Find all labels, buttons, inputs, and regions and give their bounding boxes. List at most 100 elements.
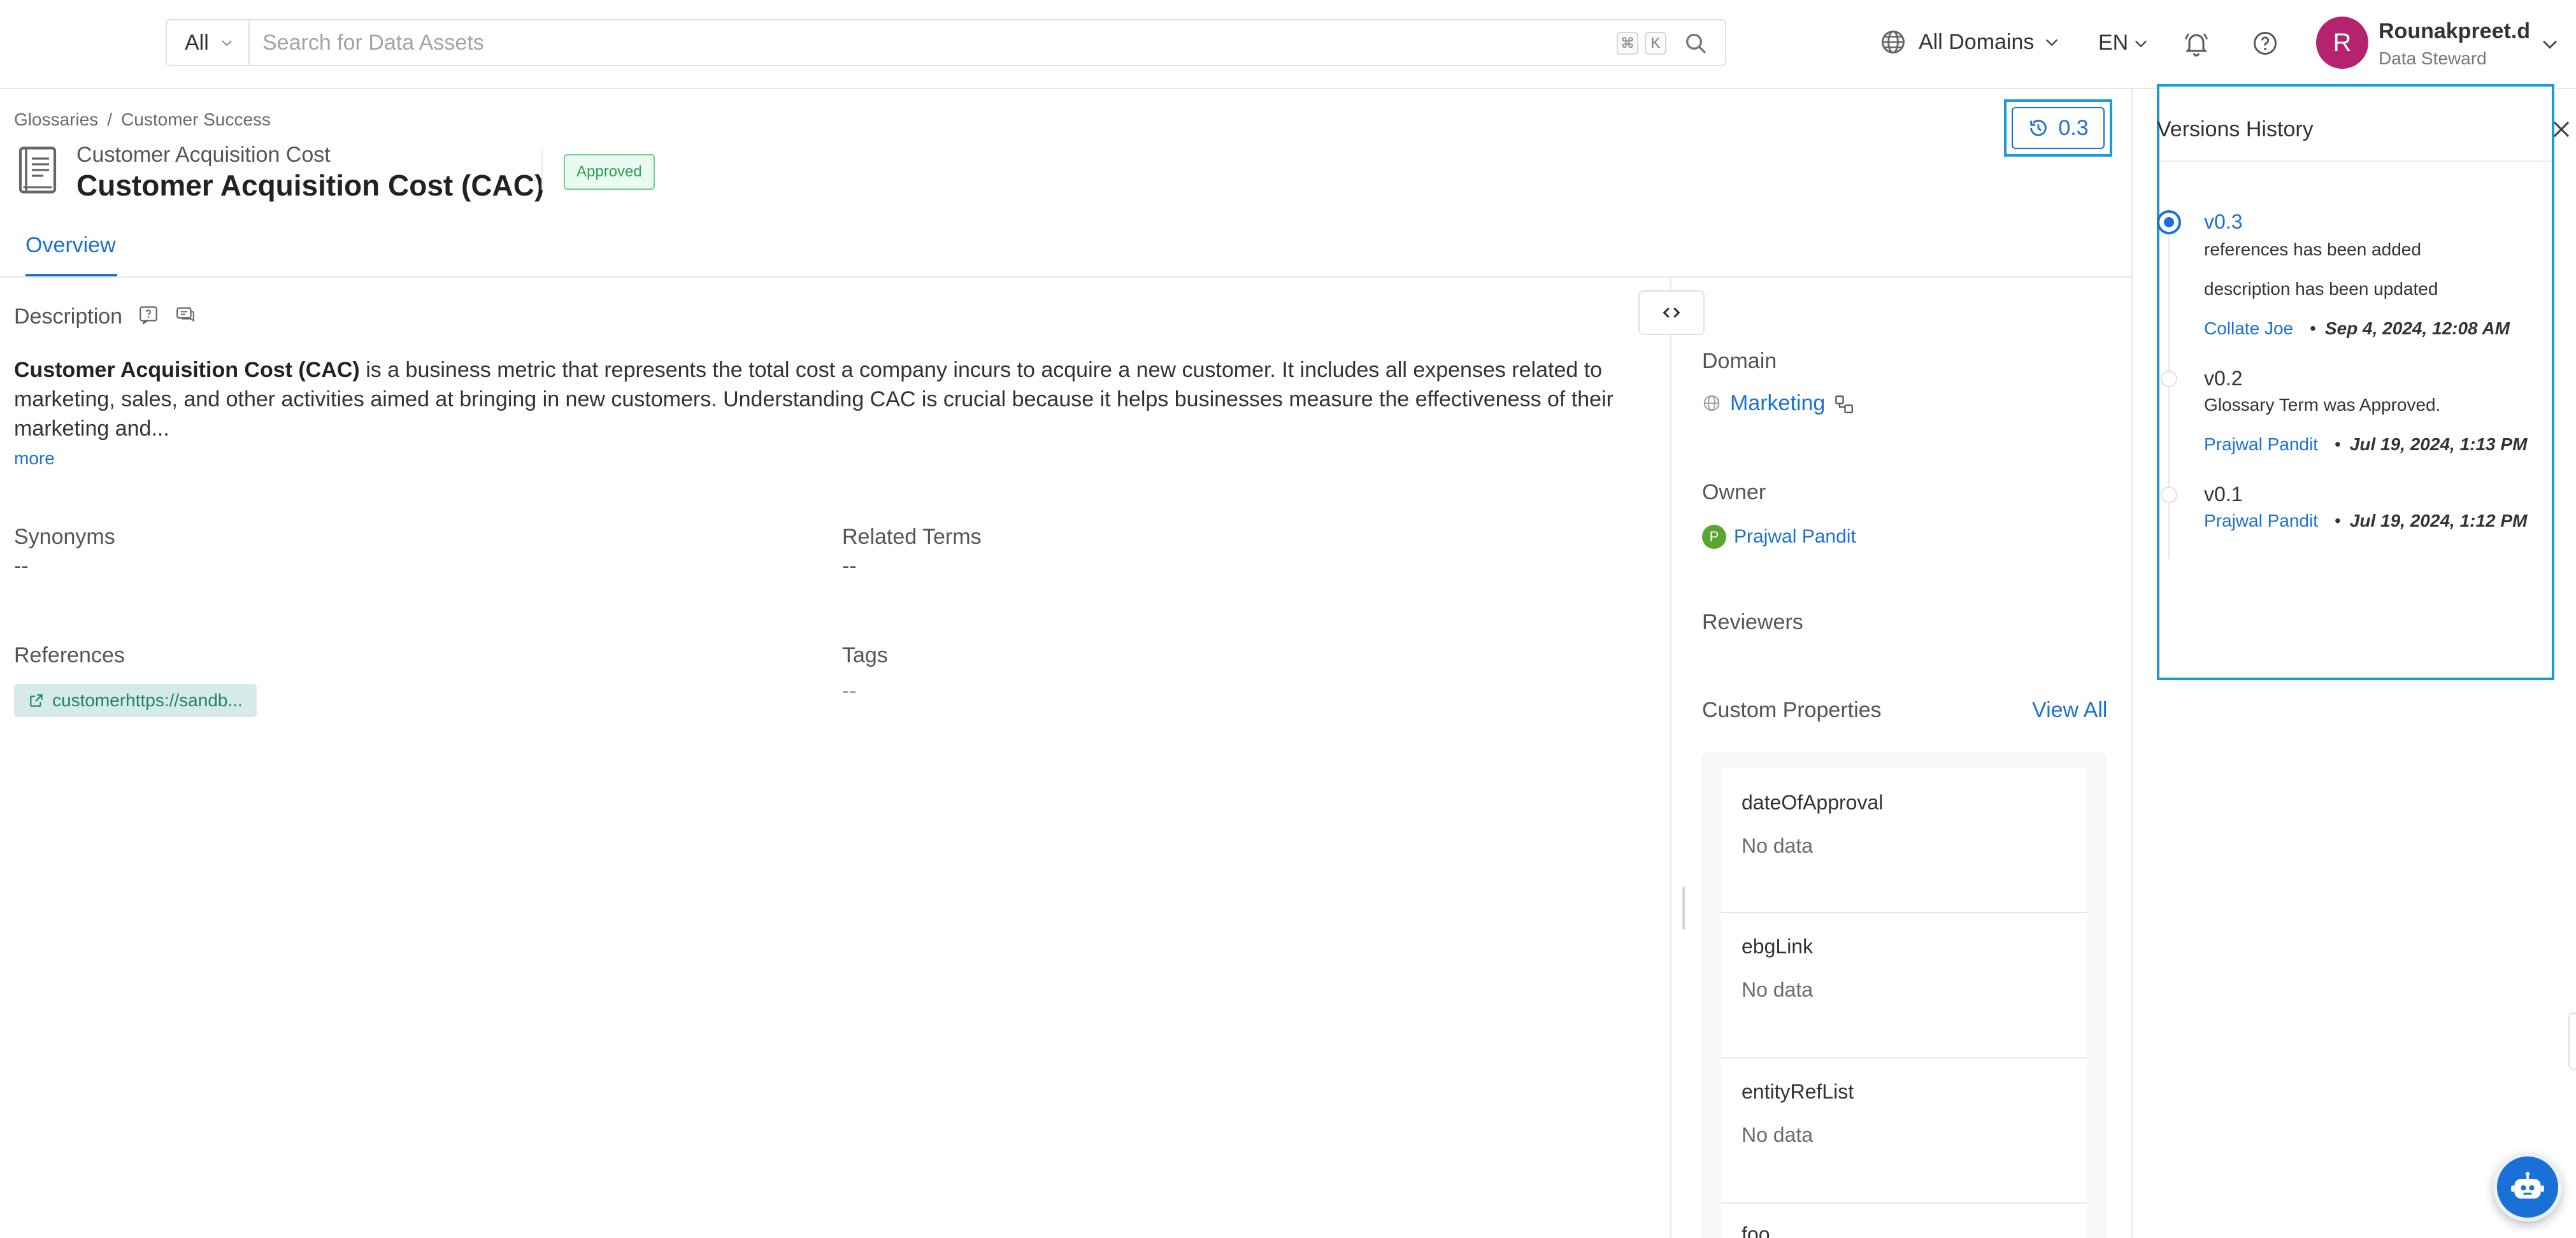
- meta-separator-dot: •: [2334, 511, 2341, 530]
- breadcrumb-item-glossaries[interactable]: Glossaries: [14, 110, 98, 130]
- versions-history-title: Versions History: [2157, 117, 2314, 141]
- search-input[interactable]: [262, 20, 1536, 65]
- custom-property-value: No data: [1742, 978, 1814, 1001]
- references-label: References: [14, 643, 125, 667]
- domain-label: Domain: [1702, 349, 1777, 373]
- version-item-label[interactable]: v0.1: [2204, 483, 2242, 506]
- shortcut-key-k: K: [1645, 32, 1666, 55]
- synonyms-value: --: [14, 554, 29, 578]
- custom-properties-label: Custom Properties: [1702, 698, 1882, 722]
- versions-header-divider: [2159, 160, 2552, 162]
- chatbot-button[interactable]: [2493, 1153, 2562, 1221]
- custom-property-name: dateOfApproval: [1742, 791, 1884, 814]
- meta-separator-dot: •: [2334, 434, 2341, 454]
- version-meta: Collate Joe • Sep 4, 2024, 12:08 AM: [2204, 318, 2510, 339]
- version-change-note: references has been added: [2204, 239, 2421, 259]
- search-icon[interactable]: [1683, 31, 1708, 56]
- user-role: Data Steward: [2379, 48, 2487, 68]
- breadcrumb: Glossaries / Customer Success: [14, 110, 271, 130]
- chevron-down-icon: [2043, 33, 2061, 51]
- help-icon[interactable]: [2251, 29, 2279, 57]
- custom-property-name: entityRefList: [1742, 1080, 1854, 1103]
- tags-label: Tags: [842, 643, 888, 667]
- shortcut-key-cmd: ⌘: [1617, 32, 1638, 55]
- versions-panel-divider: [2131, 89, 2133, 1238]
- comment-icon[interactable]: [175, 304, 196, 326]
- versions-timeline-line: [2168, 234, 2170, 559]
- related-terms-value: --: [842, 554, 857, 578]
- book-icon: [17, 145, 59, 195]
- bot-icon: [2508, 1167, 2547, 1207]
- description-text: Customer Acquisition Cost (CAC) is a bus…: [14, 355, 1683, 443]
- globe-icon: [1879, 28, 1907, 56]
- description-label: Description: [14, 304, 123, 329]
- side-drawer-handle[interactable]: [2568, 1013, 2576, 1070]
- version-date: Jul 19, 2024, 1:13 PM: [2349, 434, 2528, 454]
- description-more-link[interactable]: more: [14, 448, 55, 469]
- version-dot-active[interactable]: [2157, 210, 2181, 234]
- description-line-2: marketing, sales, and other activities a…: [14, 387, 1614, 411]
- custom-property-value: No data: [1742, 834, 1814, 857]
- version-author-link[interactable]: Prajwal Pandit: [2204, 434, 2318, 455]
- term-display-name: Customer Acquisition Cost: [76, 143, 331, 167]
- bell-icon[interactable]: [2182, 29, 2210, 57]
- custom-property-card: dateOfApproval No data: [1721, 768, 2087, 912]
- custom-property-card: foo: [1721, 1204, 2087, 1238]
- domain-link[interactable]: Marketing: [1730, 391, 1825, 416]
- related-terms-label: Related Terms: [842, 525, 982, 549]
- version-author-link[interactable]: Prajwal Pandit: [2204, 511, 2318, 531]
- tags-value: --: [842, 679, 857, 703]
- edit-domain-icon[interactable]: [1833, 394, 1855, 415]
- panel-toggle-button[interactable]: [1638, 290, 1705, 335]
- version-author-link[interactable]: Collate Joe: [2204, 318, 2293, 339]
- search-type-select[interactable]: All: [167, 20, 250, 65]
- search-type-label: All: [185, 30, 209, 55]
- owner-avatar: P: [1702, 525, 1726, 549]
- domain-globe-icon: [1702, 394, 1721, 413]
- history-icon: [2028, 117, 2049, 139]
- search-bar: All ⌘ K: [166, 19, 1726, 66]
- reference-link-label: customerhttps://sandb...: [52, 690, 243, 710]
- user-name[interactable]: Rounakpreet.d: [2379, 19, 2530, 44]
- description-bold-lead: Customer Acquisition Cost (CAC): [14, 358, 360, 382]
- owner-link[interactable]: Prajwal Pandit: [1734, 526, 1856, 548]
- domain-selector-label: All Domains: [1919, 29, 2035, 54]
- version-date: Sep 4, 2024, 12:08 AM: [2324, 318, 2510, 338]
- status-badge: Approved: [564, 154, 655, 190]
- request-description-icon[interactable]: [138, 304, 159, 326]
- version-item-label[interactable]: v0.3: [2204, 210, 2242, 234]
- chevron-down-icon: [219, 35, 234, 50]
- content-divider: [1670, 278, 1671, 1238]
- version-item-label[interactable]: v0.2: [2204, 367, 2242, 390]
- external-link-icon: [28, 692, 45, 709]
- breadcrumb-separator: /: [107, 110, 113, 129]
- language-selector[interactable]: EN: [2098, 31, 2150, 55]
- version-change-note: description has been updated: [2204, 279, 2438, 299]
- version-meta: Prajwal Pandit • Jul 19, 2024, 1:13 PM: [2204, 434, 2527, 455]
- chevron-down-icon[interactable]: [2539, 33, 2561, 55]
- reference-link-chip[interactable]: customerhttps://sandb...: [14, 684, 257, 717]
- resize-handle[interactable]: [1682, 886, 1685, 930]
- version-button[interactable]: 0.3: [2004, 99, 2112, 157]
- version-dot[interactable]: [2161, 487, 2177, 503]
- custom-property-value: No data: [1742, 1123, 1814, 1146]
- version-label: 0.3: [2058, 115, 2089, 140]
- breadcrumb-item-customer-success[interactable]: Customer Success: [121, 110, 271, 130]
- page-title: Customer Acquisition Cost (CAC): [76, 169, 545, 202]
- close-icon[interactable]: [2549, 117, 2573, 141]
- header-divider: [541, 150, 543, 190]
- version-date: Jul 19, 2024, 1:12 PM: [2349, 511, 2528, 530]
- custom-property-card: ebgLink No data: [1721, 913, 2087, 1057]
- custom-property-name-partial: foo: [1742, 1223, 1770, 1238]
- tabs-divider: [0, 276, 2131, 278]
- synonyms-label: Synonyms: [14, 525, 115, 549]
- tab-overview[interactable]: Overview: [25, 233, 116, 258]
- version-dot[interactable]: [2161, 371, 2177, 387]
- language-label: EN: [2098, 31, 2129, 55]
- reviewers-label: Reviewers: [1702, 610, 1803, 634]
- custom-property-card: entityRefList No data: [1721, 1058, 2087, 1202]
- view-all-link[interactable]: View All: [2032, 698, 2107, 723]
- version-change-note: Glossary Term was Approved.: [2204, 395, 2441, 415]
- domain-selector[interactable]: All Domains: [1879, 28, 2061, 56]
- avatar[interactable]: R: [2316, 17, 2368, 69]
